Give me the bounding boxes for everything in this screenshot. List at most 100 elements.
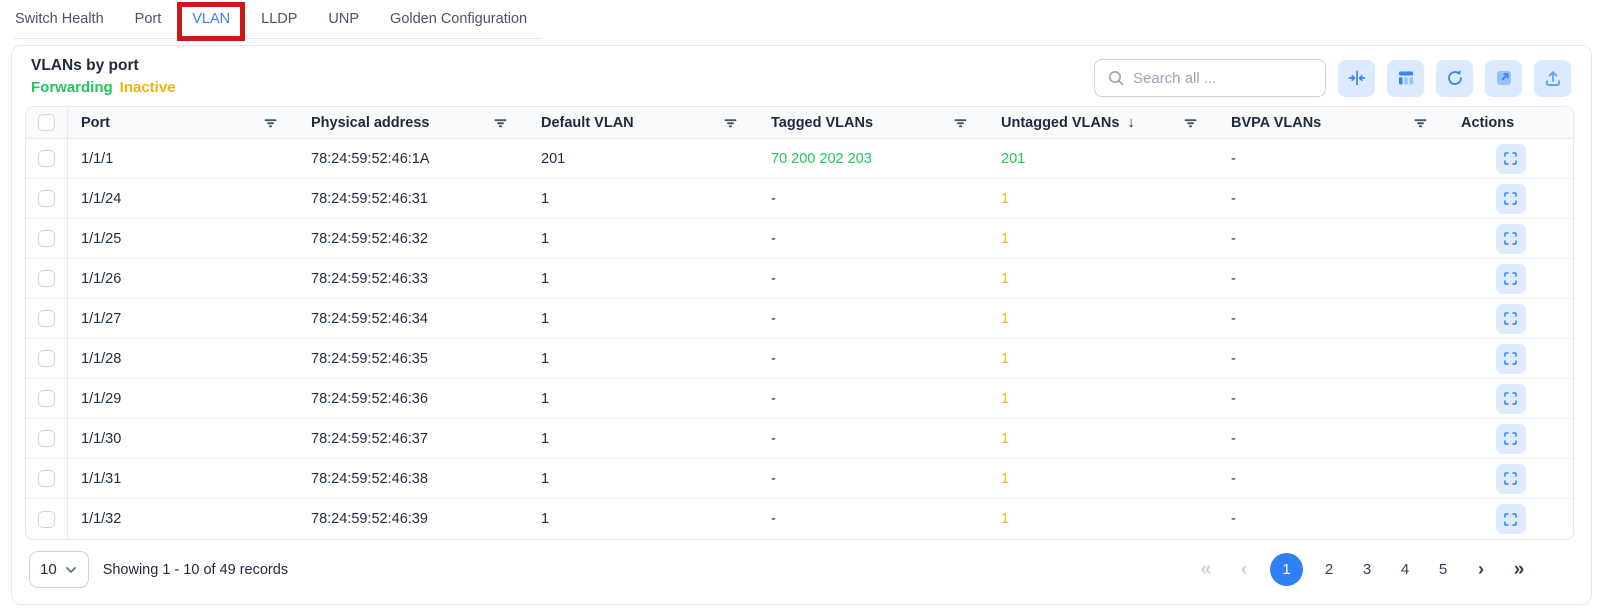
row-select-cell (26, 459, 68, 499)
cell-default-vlan: 1 (528, 419, 758, 459)
expand-row-button[interactable] (1496, 384, 1526, 414)
expand-icon (1502, 270, 1519, 287)
cell-default-vlan: 1 (528, 219, 758, 259)
filter-icon[interactable] (952, 114, 969, 131)
cell-default-vlan: 1 (528, 499, 758, 539)
row-checkbox[interactable] (38, 390, 55, 407)
expand-row-button[interactable] (1496, 144, 1526, 174)
row-checkbox[interactable] (38, 270, 55, 287)
tab-switch-health[interactable]: Switch Health (14, 9, 105, 39)
sort-desc-icon[interactable]: ↓ (1127, 114, 1135, 131)
vlans-panel: VLANs by port ForwardingInactive (11, 45, 1592, 605)
column-header-bvpa-vlans: BVPA VLANs (1218, 107, 1448, 139)
expand-icon (1502, 310, 1519, 327)
page-size-select[interactable]: 10 (29, 551, 89, 588)
column-label: Physical address (311, 115, 430, 131)
row-checkbox[interactable] (38, 470, 55, 487)
row-checkbox[interactable] (38, 350, 55, 367)
cell-untagged-vlans: 1 (988, 379, 1218, 419)
table-columns-button[interactable] (1387, 60, 1424, 97)
column-header-tagged-vlans: Tagged VLANs (758, 107, 988, 139)
row-select-cell (26, 259, 68, 299)
tab-golden-configuration[interactable]: Golden Configuration (389, 9, 528, 39)
table-columns-icon (1396, 68, 1416, 88)
refresh-button[interactable] (1436, 60, 1473, 97)
export-button[interactable] (1534, 60, 1571, 97)
panel-header: VLANs by port ForwardingInactive (12, 46, 1591, 106)
search-box[interactable] (1094, 59, 1326, 97)
cell-untagged-vlans: 201 (988, 139, 1218, 179)
filter-icon[interactable] (722, 114, 739, 131)
table-header-row: PortPhysical addressDefault VLANTagged V… (26, 107, 1573, 139)
collapse-columns-icon (1347, 68, 1367, 88)
select-all-checkbox[interactable] (38, 114, 55, 131)
column-label: BVPA VLANs (1231, 115, 1321, 131)
collapse-columns-button[interactable] (1338, 60, 1375, 97)
expand-row-button[interactable] (1496, 504, 1526, 534)
pagination-prev: ‹ (1232, 553, 1256, 586)
tab-unp[interactable]: UNP (327, 9, 360, 39)
table-row: 1/1/3178:24:59:52:46:381-1- (26, 459, 1573, 499)
cell-port: 1/1/29 (68, 379, 298, 419)
cell-actions (1448, 259, 1573, 299)
cell-actions (1448, 339, 1573, 379)
pagination-next[interactable]: › (1469, 553, 1493, 586)
table-body: 1/1/178:24:59:52:46:1A20170 200 202 2032… (26, 139, 1573, 539)
row-checkbox[interactable] (38, 511, 55, 528)
expand-row-button[interactable] (1496, 264, 1526, 294)
tab-port[interactable]: Port (134, 9, 163, 39)
expand-icon (1502, 350, 1519, 367)
expand-row-button[interactable] (1496, 464, 1526, 494)
vlans-table: PortPhysical addressDefault VLANTagged V… (26, 107, 1573, 539)
pagination-last[interactable]: » (1507, 553, 1531, 586)
column-label: Default VLAN (541, 115, 634, 131)
expand-row-button[interactable] (1496, 224, 1526, 254)
expand-row-button[interactable] (1496, 304, 1526, 334)
pagination-page-4[interactable]: 4 (1393, 553, 1417, 586)
row-select-cell (26, 339, 68, 379)
expand-row-button[interactable] (1496, 344, 1526, 374)
page-size-value: 10 (40, 561, 57, 578)
open-external-button[interactable] (1485, 60, 1522, 97)
filter-icon[interactable] (1182, 114, 1199, 131)
row-checkbox[interactable] (38, 310, 55, 327)
expand-row-button[interactable] (1496, 424, 1526, 454)
cell-bvpa-vlans: - (1218, 299, 1448, 339)
row-checkbox[interactable] (38, 150, 55, 167)
pagination-page-3[interactable]: 3 (1355, 553, 1379, 586)
filter-icon[interactable] (262, 114, 279, 131)
cell-physical-address: 78:24:59:52:46:36 (298, 379, 528, 419)
export-icon (1543, 68, 1563, 88)
row-checkbox[interactable] (38, 430, 55, 447)
pagination-page-1[interactable]: 1 (1270, 553, 1303, 586)
pagination-first: « (1194, 553, 1218, 586)
filter-icon[interactable] (1412, 114, 1429, 131)
legend-forwarding: Forwarding (31, 79, 113, 96)
tab-lldp[interactable]: LLDP (260, 9, 298, 39)
tab-vlan[interactable]: VLAN (191, 9, 231, 39)
cell-bvpa-vlans: - (1218, 179, 1448, 219)
cell-port: 1/1/27 (68, 299, 298, 339)
expand-row-button[interactable] (1496, 184, 1526, 214)
search-icon (1107, 69, 1125, 87)
cell-physical-address: 78:24:59:52:46:1A (298, 139, 528, 179)
pagination-page-5[interactable]: 5 (1431, 553, 1455, 586)
cell-physical-address: 78:24:59:52:46:39 (298, 499, 528, 539)
column-label: Tagged VLANs (771, 115, 873, 131)
cell-actions (1448, 419, 1573, 459)
column-header-actions: Actions (1448, 107, 1573, 139)
row-checkbox[interactable] (38, 230, 55, 247)
row-select-cell (26, 419, 68, 459)
cell-tagged-vlans: - (758, 179, 988, 219)
cell-default-vlan: 1 (528, 299, 758, 339)
filter-icon[interactable] (492, 114, 509, 131)
cell-actions (1448, 219, 1573, 259)
cell-actions (1448, 299, 1573, 339)
column-header-default-vlan: Default VLAN (528, 107, 758, 139)
pagination-page-2[interactable]: 2 (1317, 553, 1341, 586)
row-select-cell (26, 299, 68, 339)
row-checkbox[interactable] (38, 190, 55, 207)
cell-port: 1/1/25 (68, 219, 298, 259)
search-input[interactable] (1133, 70, 1313, 87)
cell-physical-address: 78:24:59:52:46:34 (298, 299, 528, 339)
